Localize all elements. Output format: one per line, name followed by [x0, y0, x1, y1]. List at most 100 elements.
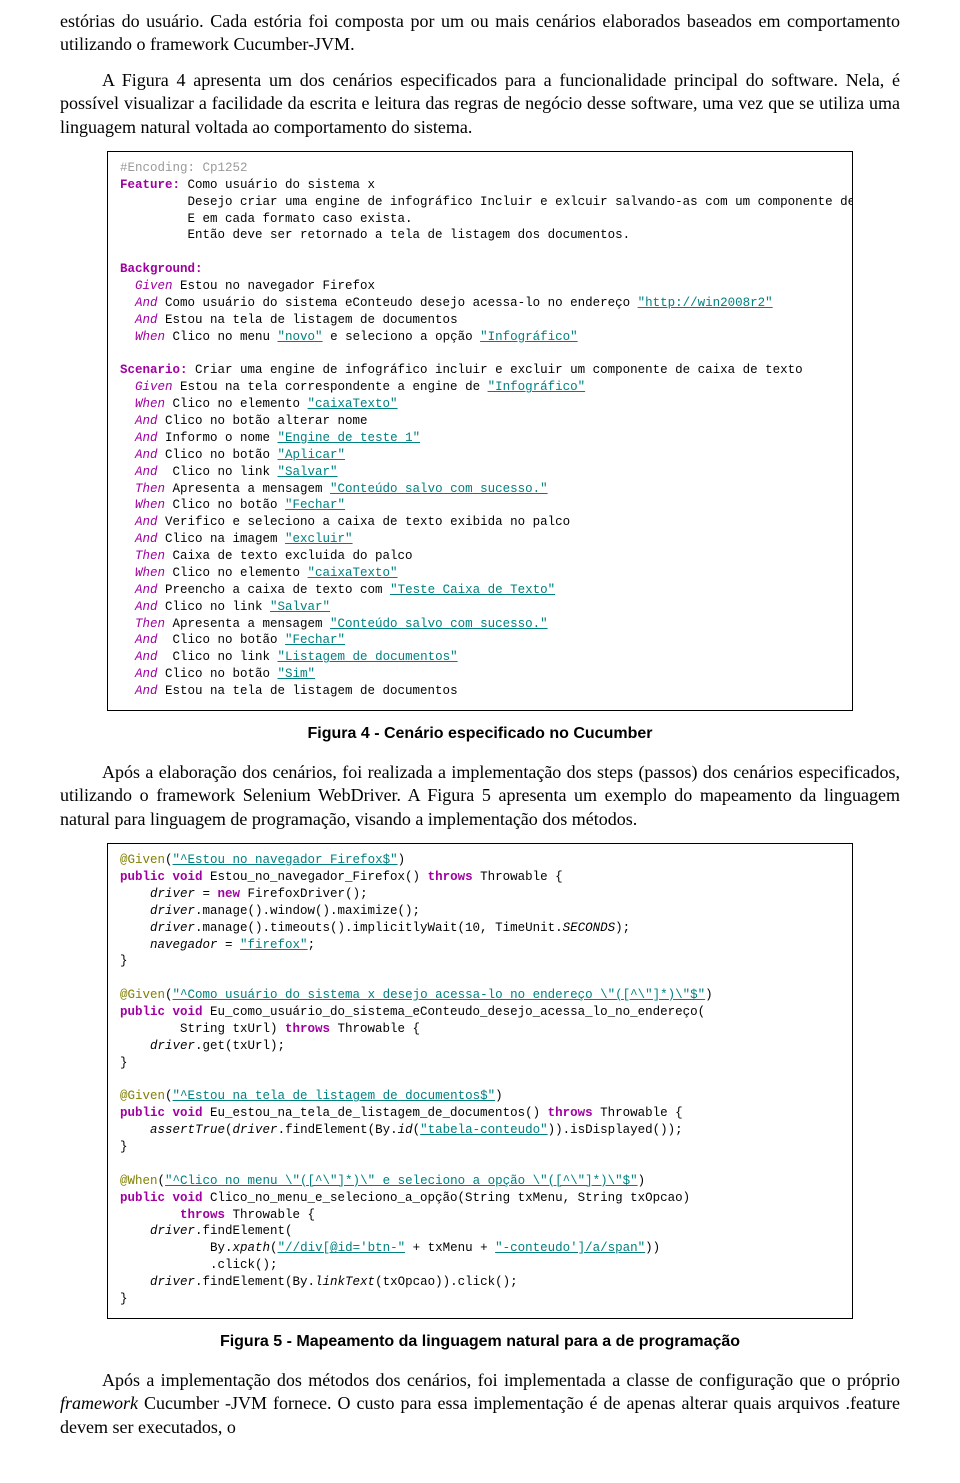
gherkin-step-kw: Then: [120, 482, 165, 496]
code-text: (: [270, 1241, 278, 1255]
code-text: Eu_como_usuário_do_sistema_eConteudo_des…: [210, 1005, 705, 1019]
java-field: driver: [120, 904, 195, 918]
paragraph-4: Após a implementação dos métodos dos cen…: [60, 1369, 900, 1439]
code-string: "firefox": [240, 938, 308, 952]
figure-4-gherkin-code: #Encoding: Cp1252 Feature: Como usuário …: [107, 151, 853, 711]
code-string: "//div[@id='btn-": [278, 1241, 406, 1255]
code-text: (: [158, 1174, 166, 1188]
code-text: Clico no menu: [165, 330, 278, 344]
code-text: Clico no link: [158, 650, 278, 664]
gherkin-step-kw: And: [120, 583, 158, 597]
code-text: );: [615, 921, 630, 935]
code-text: }: [120, 1056, 128, 1070]
code-text: .findElement(By.: [195, 1275, 315, 1289]
java-field: driver: [120, 1224, 195, 1238]
code-text: Clico no botão: [158, 448, 278, 462]
java-annotation: @Given: [120, 988, 165, 1002]
gherkin-step-kw: And: [120, 515, 158, 529]
code-text: (txOpcao)).click();: [375, 1275, 518, 1289]
code-text: Eu_estou_na_tela_de_listagem_de_document…: [210, 1106, 548, 1120]
code-text: E em cada formato caso exista.: [120, 212, 413, 226]
java-field: navegador: [120, 938, 218, 952]
text-run: Após a implementação dos métodos dos cen…: [102, 1370, 900, 1390]
java-keyword: throws: [428, 870, 481, 884]
code-text: ): [638, 1174, 646, 1188]
code-text: (: [165, 988, 173, 1002]
figure-5-caption: Figura 5 - Mapeamento da linguagem natur…: [60, 1333, 900, 1351]
code-string: "Fechar": [285, 633, 345, 647]
code-text: .click();: [120, 1258, 278, 1272]
code-string: "caixaTexto": [308, 397, 398, 411]
gherkin-step-kw: And: [120, 313, 158, 327]
gherkin-step-kw: And: [120, 667, 158, 681]
code-string: "^Clico no menu \"([^\"]*)\" e seleciono…: [165, 1174, 638, 1188]
code-text: (: [413, 1123, 421, 1137]
code-string: "-conteudo']/a/span": [495, 1241, 645, 1255]
code-text: }: [120, 1140, 128, 1154]
code-text: ): [495, 1089, 503, 1103]
page-content: estórias do usuário. Cada estória foi co…: [0, 0, 960, 1461]
code-text: ;: [308, 938, 316, 952]
gherkin-step-kw: And: [120, 684, 158, 698]
code-text: Estou na tela de listagem de documentos: [158, 684, 458, 698]
java-static: assertTrue: [120, 1123, 225, 1137]
gherkin-step-kw: And: [120, 600, 158, 614]
code-text: Clico na imagem: [158, 532, 286, 546]
code-string: "novo": [278, 330, 323, 344]
code-text: FirefoxDriver();: [248, 887, 368, 901]
code-string: "Salvar": [270, 600, 330, 614]
code-string: "Sim": [278, 667, 316, 681]
code-string: "^Como usuário do sistema x desejo acess…: [173, 988, 706, 1002]
code-text: Clico no link: [158, 465, 278, 479]
code-text: By.: [120, 1241, 233, 1255]
code-text: Clico no botão alterar nome: [158, 414, 368, 428]
code-text: Estou na tela de listagem de documentos: [158, 313, 458, 327]
code-text: Apresenta a mensagem: [165, 482, 330, 496]
paragraph-2: A Figura 4 apresenta um dos cenários esp…: [60, 69, 900, 139]
gherkin-step-kw: Then: [120, 549, 165, 563]
code-text: .findElement(: [195, 1224, 293, 1238]
gherkin-step-kw: And: [120, 431, 158, 445]
code-text: )): [645, 1241, 660, 1255]
java-field: driver: [120, 921, 195, 935]
gherkin-step-kw: Given: [120, 279, 173, 293]
code-text: =: [218, 938, 241, 952]
java-field: driver: [120, 1275, 195, 1289]
code-string: "Engine_de_teste_1": [278, 431, 421, 445]
code-text: }: [120, 954, 128, 968]
code-string: "Salvar": [278, 465, 338, 479]
code-text: Clico no botão: [158, 667, 278, 681]
java-static: xpath: [233, 1241, 271, 1255]
code-text: Apresenta a mensagem: [165, 617, 330, 631]
code-string: "Fechar": [285, 498, 345, 512]
java-keyword: throws: [285, 1022, 338, 1036]
code-text: Caixa de texto excluida do palco: [165, 549, 413, 563]
code-text: (: [165, 1089, 173, 1103]
paragraph-1: estórias do usuário. Cada estória foi co…: [60, 10, 900, 57]
code-text: Clico no elemento: [165, 566, 308, 580]
code-text: (: [165, 853, 173, 867]
code-string: "caixaTexto": [308, 566, 398, 580]
java-static: SECONDS: [563, 921, 616, 935]
code-text: )).isDisplayed());: [548, 1123, 683, 1137]
figure-4-caption: Figura 4 - Cenário especificado no Cucum…: [60, 725, 900, 743]
code-text: Estou no navegador Firefox: [173, 279, 376, 293]
java-keyword: new: [218, 887, 248, 901]
gherkin-step-kw: And: [120, 532, 158, 546]
gherkin-feature-kw: Feature:: [120, 178, 180, 192]
code-string: "Listagem de documentos": [278, 650, 458, 664]
code-string: "tabela-conteudo": [420, 1123, 548, 1137]
code-text: =: [195, 887, 218, 901]
code-text: + txMenu +: [405, 1241, 495, 1255]
java-keyword: public void: [120, 1191, 210, 1205]
code-text: Desejo criar uma engine de infográfico I…: [120, 195, 853, 209]
gherkin-step-kw: And: [120, 448, 158, 462]
java-annotation: @Given: [120, 853, 165, 867]
code-text: Clico no botão: [165, 498, 285, 512]
code-string: "^Estou na tela de listagem de documento…: [173, 1089, 496, 1103]
gherkin-step-kw: And: [120, 296, 158, 310]
code-text: .manage().window().maximize();: [195, 904, 420, 918]
code-text: Throwable {: [480, 870, 563, 884]
java-keyword: throws: [548, 1106, 601, 1120]
code-text: ): [398, 853, 406, 867]
